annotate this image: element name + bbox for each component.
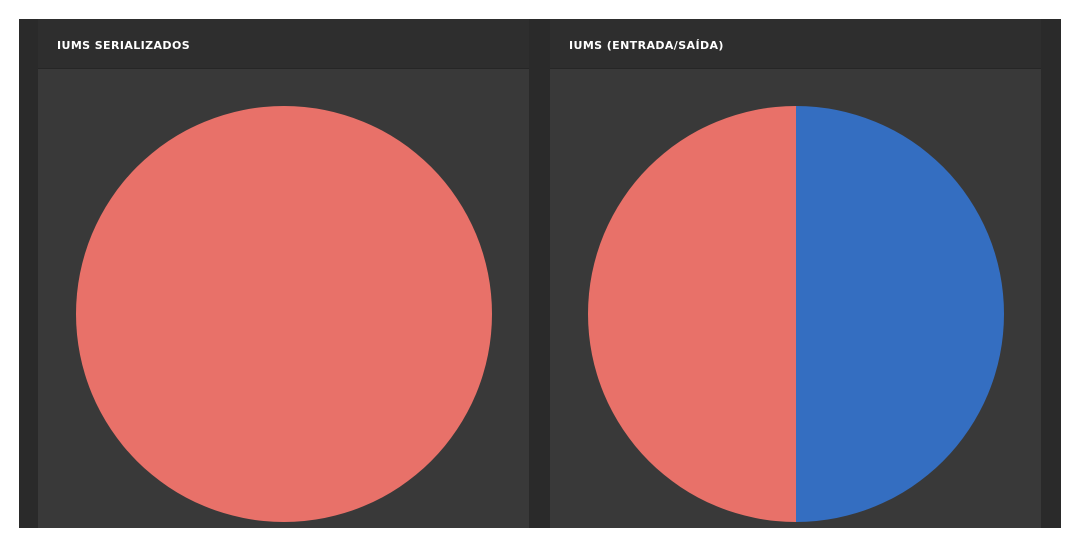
panel-header: IUMS SERIALIZADOS xyxy=(38,19,529,69)
panel-header: IUMS (ENTRADA/SAÍDA) xyxy=(550,19,1041,69)
pie-slice-1[interactable] xyxy=(76,106,492,522)
pie-slice-2[interactable] xyxy=(588,106,796,522)
pie-slice-1[interactable] xyxy=(796,106,1004,522)
panel-title: IUMS (ENTRADA/SAÍDA) xyxy=(569,39,724,52)
pie-chart-iums-entrada-saida xyxy=(588,106,1004,522)
chart-panel-iums-serializados: IUMS SERIALIZADOS xyxy=(38,19,529,528)
pie-chart-iums-serializados xyxy=(76,106,492,522)
dashboard-frame: IUMS SERIALIZADOS IUMS (ENTRADA/SAÍDA) xyxy=(19,19,1061,528)
panel-title: IUMS SERIALIZADOS xyxy=(57,39,191,52)
chart-panel-iums-entrada-saida: IUMS (ENTRADA/SAÍDA) xyxy=(550,19,1041,528)
